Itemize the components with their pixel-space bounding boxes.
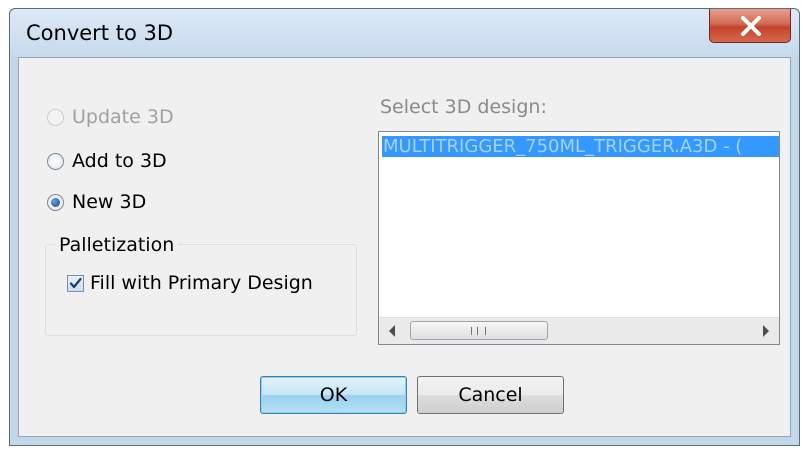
checkbox[interactable]: [67, 274, 84, 292]
horizontal-scrollbar[interactable]: [379, 317, 779, 344]
ok-button[interactable]: OK: [260, 376, 407, 414]
fill-primary-design-checkbox[interactable]: Fill with Primary Design: [67, 272, 313, 294]
dialog-window: Convert to 3D Update 3D Add to 3D New 3D…: [9, 8, 800, 446]
checkmark-icon: [69, 277, 82, 288]
close-button[interactable]: [709, 9, 791, 43]
radio-update-3d: Update 3D: [47, 106, 174, 128]
scroll-left-arrow-icon[interactable]: [389, 325, 395, 337]
grip-icon: [471, 327, 486, 335]
window-title: Convert to 3D: [26, 21, 173, 45]
close-icon: [741, 16, 761, 36]
title-bar: Convert to 3D: [10, 9, 799, 57]
scroll-right-arrow-icon[interactable]: [763, 325, 769, 337]
list-item-selected[interactable]: MULTITRIGGER_750ML_TRIGGER.A3D - (: [382, 136, 779, 157]
design-listbox[interactable]: MULTITRIGGER_750ML_TRIGGER.A3D - (: [378, 131, 780, 345]
checkbox-label: Fill with Primary Design: [90, 272, 313, 294]
radio-label: New 3D: [72, 191, 147, 213]
radio-button[interactable]: [47, 152, 64, 170]
scrollbar-thumb[interactable]: [410, 321, 548, 340]
select-design-label: Select 3D design:: [380, 96, 547, 118]
radio-add-to-3d[interactable]: Add to 3D: [47, 150, 167, 172]
radio-new-3d[interactable]: New 3D: [47, 191, 146, 213]
radio-button[interactable]: [47, 193, 64, 211]
radio-button: [47, 108, 64, 126]
group-title: Palletization: [55, 234, 179, 256]
radio-label: Add to 3D: [72, 150, 167, 172]
cancel-button[interactable]: Cancel: [417, 376, 564, 414]
radio-label: Update 3D: [72, 106, 174, 128]
dialog-content: Update 3D Add to 3D New 3D Palletization…: [18, 57, 791, 437]
